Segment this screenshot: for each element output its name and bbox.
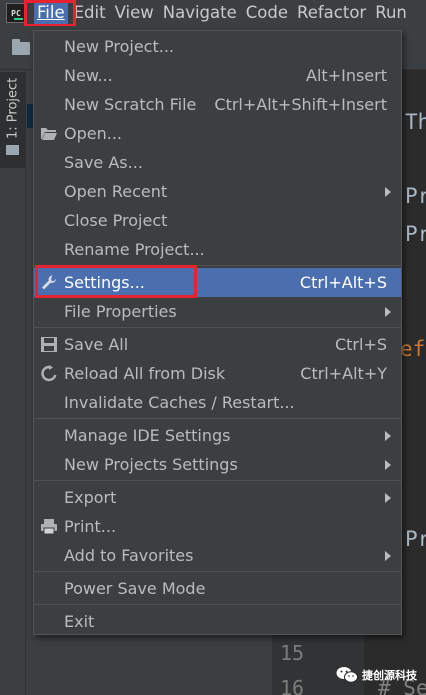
menu-item-add-to-favorites[interactable]: Add to Favorites: [34, 541, 401, 570]
code-fragment: Pr: [405, 222, 426, 246]
menu-item-rename-project[interactable]: Rename Project...: [34, 235, 401, 264]
pycharm-logo-icon: PC: [6, 3, 26, 23]
logo-text: PC: [11, 8, 21, 18]
menu-item-shortcut: Ctrl+S: [334, 335, 387, 354]
menu-code[interactable]: Code: [243, 0, 291, 26]
menu-view-label: View: [114, 3, 154, 22]
menu-item-save-as[interactable]: Save As...: [34, 148, 401, 177]
menu-item-label: New Scratch File: [64, 95, 197, 114]
submenu-arrow-icon: [385, 307, 391, 317]
menu-view[interactable]: View: [112, 0, 157, 26]
menu-separator: [34, 604, 401, 605]
menu-run-label: Run: [375, 3, 407, 22]
menu-item-invalidate-caches[interactable]: Invalidate Caches / Restart...: [34, 388, 401, 417]
submenu-arrow-icon: [385, 187, 391, 197]
menu-item-new-project[interactable]: New Project...: [34, 32, 401, 61]
file-menu-dropdown: New Project... New... Alt+Insert New Scr…: [33, 30, 402, 635]
menu-refactor-label: Refactor: [297, 3, 367, 22]
menu-item-label: Print...: [64, 517, 117, 536]
file-menu-highlight-box: [24, 0, 76, 27]
menu-item-reload-all-from-disk[interactable]: Reload All from Disk Ctrl+Alt+Y: [34, 359, 401, 388]
menu-code-label: Code: [245, 3, 288, 22]
menu-item-power-save-mode[interactable]: Power Save Mode: [34, 574, 401, 603]
menu-item-open[interactable]: Open...: [34, 119, 401, 148]
menu-item-label: Save As...: [64, 153, 143, 172]
menu-item-new-projects-settings[interactable]: New Projects Settings: [34, 450, 401, 479]
menu-navigate-label: Navigate: [162, 3, 237, 22]
line-number: 16: [280, 676, 305, 695]
menu-item-manage-ide-settings[interactable]: Manage IDE Settings: [34, 421, 401, 450]
wechat-logo-icon: [336, 667, 358, 683]
floppy-disk-icon: [41, 337, 57, 352]
menu-item-label: New...: [64, 66, 113, 85]
menu-item-label: Add to Favorites: [64, 546, 194, 565]
menu-item-open-recent[interactable]: Open Recent: [34, 177, 401, 206]
submenu-arrow-icon: [385, 493, 391, 503]
menu-item-label: Reload All from Disk: [64, 364, 226, 383]
project-tab-folder-icon: [6, 145, 19, 155]
menu-item-exit[interactable]: Exit: [34, 607, 401, 636]
menu-edit-label: Edit: [73, 3, 106, 22]
menu-item-label: New Project...: [64, 37, 174, 56]
submenu-arrow-icon: [385, 551, 391, 561]
menu-edit[interactable]: Edit: [71, 0, 109, 26]
project-folder-icon[interactable]: [12, 39, 30, 55]
menu-item-label: Rename Project...: [64, 240, 205, 259]
printer-icon: [41, 519, 57, 535]
menu-item-new-scratch-file[interactable]: New Scratch File Ctrl+Alt+Shift+Insert: [34, 90, 401, 119]
settings-highlight-box: [35, 265, 197, 298]
menu-item-label: Open...: [64, 124, 122, 143]
menu-item-shortcut: Ctrl+Alt+Shift+Insert: [214, 95, 387, 114]
menu-item-label: Close Project: [64, 211, 168, 230]
menu-run[interactable]: Run: [372, 0, 410, 26]
menu-item-label: New Projects Settings: [64, 455, 238, 474]
submenu-arrow-icon: [385, 460, 391, 470]
watermark: 捷创源科技: [336, 664, 417, 686]
menu-item-shortcut: Ctrl+Alt+S: [299, 273, 387, 292]
menu-item-file-properties[interactable]: File Properties: [34, 297, 401, 326]
code-fragment: Pr: [405, 184, 426, 208]
menu-item-label: Manage IDE Settings: [64, 426, 231, 445]
menu-separator: [34, 571, 401, 572]
watermark-text: 捷创源科技: [362, 669, 417, 682]
menu-item-label: Save All: [64, 335, 129, 354]
menu-item-label: Power Save Mode: [64, 579, 206, 598]
menu-item-save-all[interactable]: Save All Ctrl+S: [34, 330, 401, 359]
submenu-arrow-icon: [385, 431, 391, 441]
menu-separator: [34, 480, 401, 481]
menu-separator: [34, 418, 401, 419]
menu-item-label: Exit: [64, 612, 95, 631]
code-fragment: Th: [405, 110, 426, 134]
menu-item-shortcut: Alt+Insert: [306, 66, 387, 85]
menu-item-export[interactable]: Export: [34, 483, 401, 512]
menu-item-label: Open Recent: [64, 182, 168, 201]
menu-refactor[interactable]: Refactor: [294, 0, 369, 26]
code-keyword-fragment: ef: [400, 337, 426, 361]
menu-item-label: Export: [64, 488, 117, 507]
line-number: 15: [280, 641, 305, 665]
menu-item-close-project[interactable]: Close Project: [34, 206, 401, 235]
menu-item-label: Invalidate Caches / Restart...: [64, 393, 295, 412]
menu-item-label: File Properties: [64, 302, 177, 321]
menu-separator: [34, 327, 401, 328]
menu-item-new[interactable]: New... Alt+Insert: [34, 61, 401, 90]
reload-icon: [41, 365, 57, 382]
menu-item-print[interactable]: Print...: [34, 512, 401, 541]
code-fragment: Pr: [405, 527, 426, 551]
folder-open-icon: [41, 128, 57, 140]
menu-navigate[interactable]: Navigate: [160, 0, 240, 26]
menu-item-shortcut: Ctrl+Alt+Y: [300, 364, 387, 383]
